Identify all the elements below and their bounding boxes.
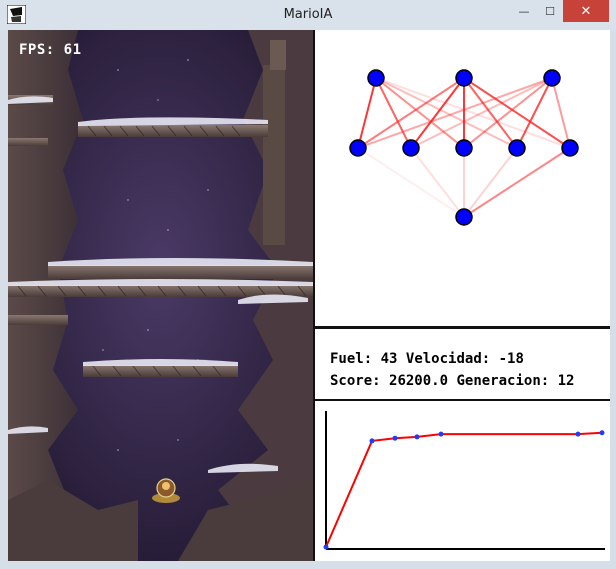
output-node xyxy=(455,208,473,226)
hidden-node xyxy=(349,139,367,157)
close-icon: ✕ xyxy=(580,3,592,19)
game-scene xyxy=(8,30,313,561)
client-area: FPS: 61 Fuel: 43 Velocidad: -18 Score: 2… xyxy=(8,30,610,561)
maximize-icon: ☐ xyxy=(545,4,555,18)
fuel-value: 43 xyxy=(380,351,398,367)
fitness-graph xyxy=(315,401,610,561)
game-viewport: FPS: 61 xyxy=(8,30,313,561)
fps-label: FPS: xyxy=(19,42,55,58)
network-edge xyxy=(357,147,465,218)
hidden-node xyxy=(402,139,420,157)
generation-value: 12 xyxy=(557,373,575,389)
fitness-point xyxy=(599,430,605,436)
score-label: Score: xyxy=(330,373,381,389)
fitness-chart xyxy=(323,411,605,550)
hidden-node xyxy=(561,139,579,157)
velocity-value: -18 xyxy=(498,351,524,367)
app-window: MarioIA — ☐ ✕ FPS: 61 Fuel: 43 Velocidad… xyxy=(0,0,616,569)
title-bar[interactable]: MarioIA — ☐ ✕ xyxy=(0,0,616,30)
input-node xyxy=(543,69,561,87)
network-edge xyxy=(463,147,518,218)
minimize-icon: — xyxy=(518,4,530,18)
generation-label: Generacion: xyxy=(456,373,550,389)
stats-line-1: Fuel: 43 Velocidad: -18 xyxy=(330,351,524,367)
fuel-label: Fuel: xyxy=(330,351,373,367)
fitness-point xyxy=(369,438,375,444)
fitness-point xyxy=(414,434,420,440)
close-button[interactable]: ✕ xyxy=(563,0,609,22)
fitness-point xyxy=(575,431,581,437)
velocity-label: Velocidad: xyxy=(405,351,491,367)
fps-value: 61 xyxy=(63,42,82,58)
neural-network-panel xyxy=(315,30,610,329)
stats-line-2: Score: 26200.0 Generacion: 12 xyxy=(330,373,574,389)
hidden-node xyxy=(455,139,473,157)
fitness-point xyxy=(323,544,329,550)
fitness-point xyxy=(392,435,398,441)
neural-network-diagram xyxy=(349,69,579,226)
input-node xyxy=(455,69,473,87)
fitness-line xyxy=(325,431,603,548)
input-node xyxy=(367,69,385,87)
fitness-point xyxy=(438,431,444,437)
minimize-button[interactable]: — xyxy=(511,0,537,22)
side-panel: Fuel: 43 Velocidad: -18 Score: 26200.0 G… xyxy=(313,30,610,561)
hidden-node xyxy=(508,139,526,157)
network-edge xyxy=(463,147,571,218)
stats-panel: Fuel: 43 Velocidad: -18 Score: 26200.0 G… xyxy=(315,329,610,401)
network-edge xyxy=(410,147,465,218)
maximize-button[interactable]: ☐ xyxy=(537,0,563,22)
fps-counter: FPS: 61 xyxy=(19,42,82,58)
score-value: 26200.0 xyxy=(389,373,449,389)
